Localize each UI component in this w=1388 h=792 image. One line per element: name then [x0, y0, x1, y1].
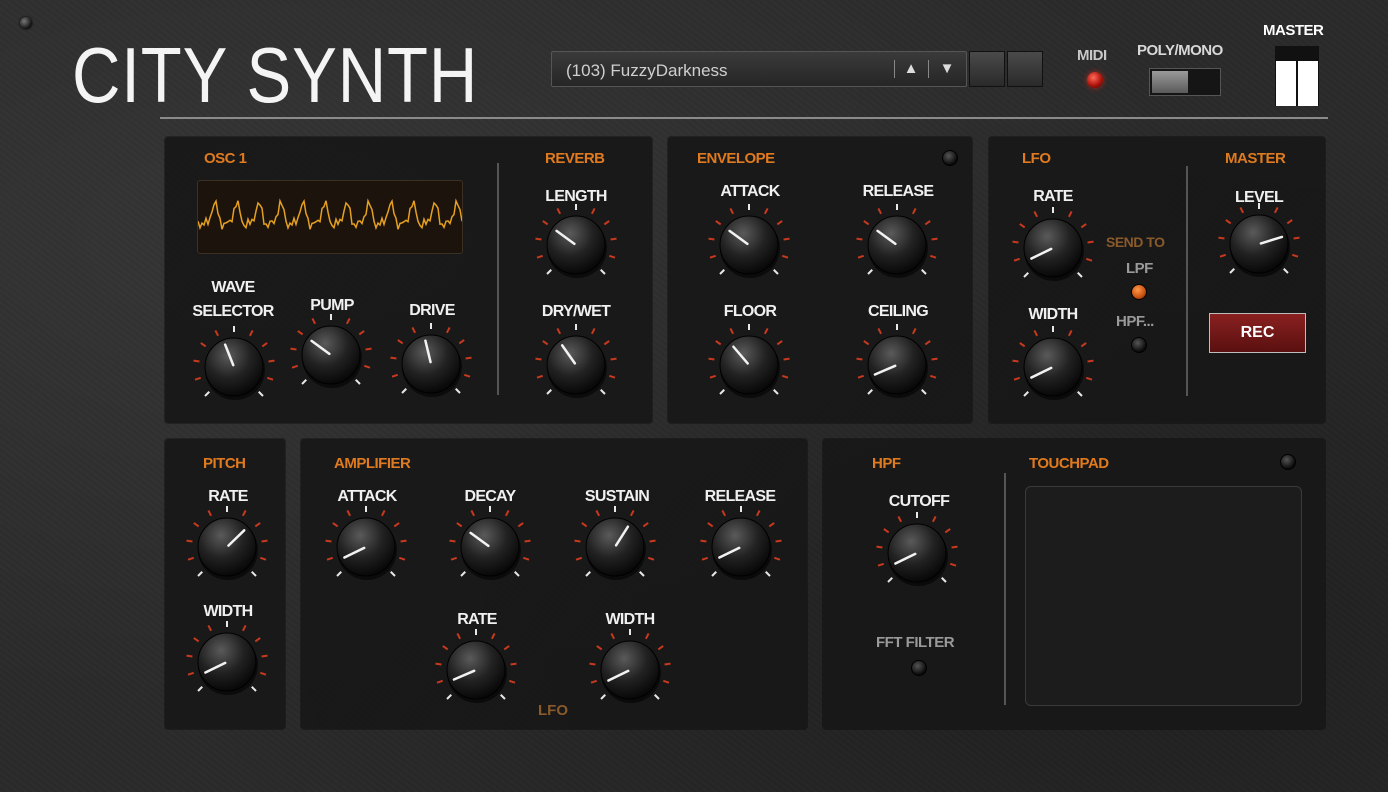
oscilloscope-display: [197, 180, 463, 254]
preset-down-icon[interactable]: ▼: [936, 59, 958, 79]
envelope-title: ENVELOPE: [697, 150, 775, 167]
amp-lfo-width-knob[interactable]: [585, 625, 675, 715]
toggle-handle: [1152, 71, 1188, 93]
section-divider: [1186, 166, 1188, 396]
wave-selector-knob[interactable]: [189, 322, 279, 412]
reverb-length-knob[interactable]: [531, 200, 621, 290]
master-meter-label: MASTER: [1263, 22, 1324, 39]
amp-release-knob[interactable]: [696, 502, 786, 592]
touchpad-power-icon[interactable]: [1280, 454, 1296, 470]
touchpad-area[interactable]: [1025, 486, 1302, 706]
hpf-send-toggle[interactable]: [1131, 337, 1147, 353]
midi-label: MIDI: [1077, 47, 1107, 64]
pitch-rate-knob[interactable]: [182, 502, 272, 592]
amp-lfo-rate-knob[interactable]: [431, 625, 521, 715]
amp-sustain-knob[interactable]: [570, 502, 660, 592]
app-title: CITY SYNTH: [72, 31, 479, 119]
city-synth-window: CITY SYNTH (103) FuzzyDarkness ▲ ▼ MIDI …: [0, 0, 1388, 792]
env-ceiling-knob[interactable]: [852, 320, 942, 410]
midi-led-icon: [1087, 72, 1103, 88]
title-divider: [160, 117, 1328, 119]
master-level-meter: [1275, 46, 1319, 106]
poly-mono-toggle[interactable]: [1149, 68, 1221, 96]
lpf-label: LPF: [1126, 260, 1153, 277]
pitch-width-knob[interactable]: [182, 617, 272, 707]
fft-filter-toggle[interactable]: [911, 660, 927, 676]
hpf-cutoff-knob[interactable]: [872, 508, 962, 598]
env-release-knob[interactable]: [852, 200, 942, 290]
preset-save-button[interactable]: [969, 51, 1005, 87]
polymono-label: POLY/MONO: [1137, 42, 1223, 59]
amp-decay-knob[interactable]: [445, 502, 535, 592]
pump-knob[interactable]: [286, 310, 376, 400]
preset-menu-button[interactable]: [1007, 51, 1043, 87]
reverb-title: REVERB: [545, 150, 605, 167]
preset-up-icon[interactable]: ▲: [900, 59, 922, 79]
osc1-title: OSC 1: [204, 150, 247, 167]
meter-right-bar: [1298, 61, 1318, 106]
lfo-width-knob[interactable]: [1008, 322, 1098, 412]
divider: [928, 60, 929, 78]
preset-name: (103) FuzzyDarkness: [566, 61, 728, 80]
screw-icon: [20, 17, 32, 29]
drive-knob[interactable]: [386, 319, 476, 409]
preset-selector[interactable]: (103) FuzzyDarkness ▲ ▼: [551, 51, 967, 87]
divider: [894, 60, 895, 78]
rec-button[interactable]: REC: [1209, 313, 1306, 353]
touchpad-title: TOUCHPAD: [1029, 455, 1109, 472]
lfo-rate-knob[interactable]: [1008, 203, 1098, 293]
waveform-graph: [197, 198, 463, 231]
reverb-drywet-knob[interactable]: [531, 320, 621, 410]
lfo-title: LFO: [1022, 150, 1051, 167]
envelope-power-icon[interactable]: [942, 150, 958, 166]
master-level-knob[interactable]: [1214, 199, 1304, 289]
amplifier-title: AMPLIFIER: [334, 455, 411, 472]
env-attack-knob[interactable]: [704, 200, 794, 290]
hpf-label: HPF...: [1116, 313, 1154, 330]
meter-left-bar: [1276, 61, 1296, 106]
amp-lfo-tag: LFO: [538, 702, 568, 719]
master-title: MASTER: [1225, 150, 1286, 167]
section-divider: [497, 163, 499, 395]
amp-attack-knob[interactable]: [321, 502, 411, 592]
env-floor-knob[interactable]: [704, 320, 794, 410]
send-to-label: SEND TO: [1106, 234, 1165, 250]
section-divider: [1004, 473, 1006, 705]
hpf-title: HPF: [872, 455, 901, 472]
fft-filter-label: FFT FILTER: [876, 634, 955, 651]
pitch-title: PITCH: [203, 455, 246, 472]
lpf-send-toggle[interactable]: [1131, 284, 1147, 300]
